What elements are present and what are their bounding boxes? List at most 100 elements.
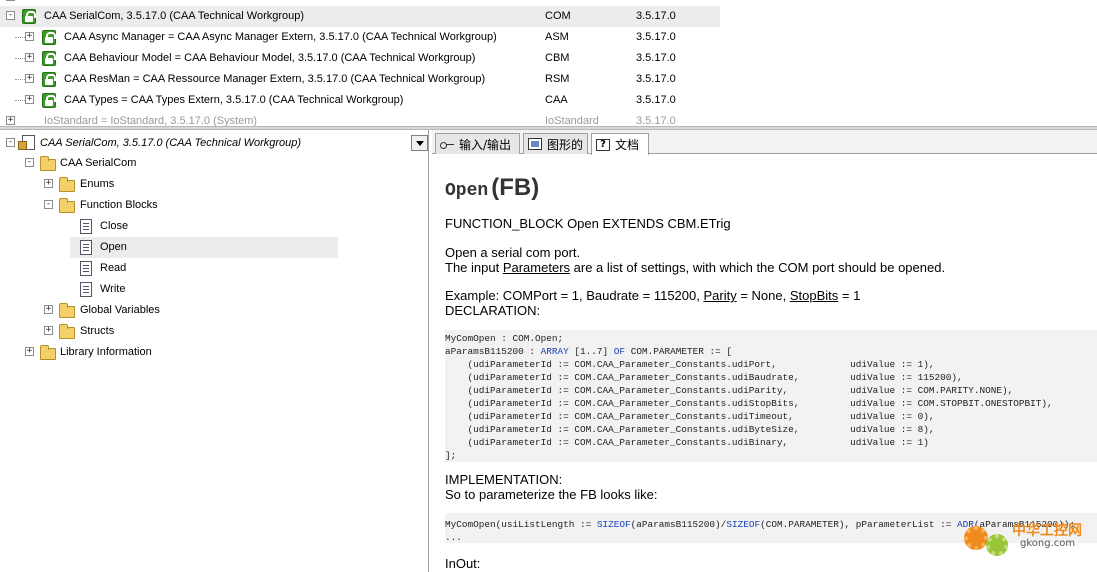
doc-title-name: Open <box>445 181 489 201</box>
tab-input-output[interactable]: 输入/输出 <box>435 133 520 154</box>
expand-toggle[interactable]: + <box>25 95 34 104</box>
text: (COM.PARAMETER), pParameterList := <box>760 519 957 530</box>
expand-toggle[interactable]: + <box>25 53 34 62</box>
library-lock-icon <box>42 72 56 87</box>
watermark-logo: 中华工控网 gkong.com <box>960 516 1090 566</box>
text: = None, <box>736 288 790 303</box>
code-line: (udiParameterId := COM.CAA_Parameter_Con… <box>445 372 963 383</box>
tree-node-label: Enums <box>80 178 115 190</box>
doc-title-kind: (FB) <box>491 174 540 201</box>
doc-description-line1: Open a serial com port. <box>445 245 581 260</box>
library-icon <box>18 135 35 150</box>
text: = 1 <box>838 288 861 303</box>
tree-node-label: CAA SerialCom <box>60 157 137 169</box>
doc-example: Example: COMPort = 1, Baudrate = 115200,… <box>445 288 860 303</box>
library-version: 3.5.17.0 <box>636 115 676 126</box>
expand-toggle[interactable]: + <box>6 116 15 125</box>
doc-implementation-label: IMPLEMENTATION: <box>445 472 563 487</box>
text: COM.PARAMETER := [ <box>625 346 732 357</box>
library-lock-icon <box>42 51 56 66</box>
library-tree-pane: - CAA SerialCom, 3.5.17.0 (CAA Technical… <box>0 130 429 572</box>
pou-document-icon <box>80 282 92 297</box>
code-line: (udiParameterId := COM.CAA_Parameter_Con… <box>445 424 935 435</box>
expand-toggle[interactable]: + <box>25 347 34 356</box>
text: aParamsB115200 : <box>445 346 541 357</box>
pou-document-icon <box>80 219 92 234</box>
collapse-toggle[interactable]: - <box>6 11 15 20</box>
library-row-rsm[interactable]: + CAA ResMan = CAA Ressource Manager Ext… <box>0 69 720 90</box>
folder-icon <box>40 156 56 171</box>
tree-node-label: Structs <box>80 325 115 337</box>
code-line: aParamsB115200 : ARRAY [1..7] OF COM.PAR… <box>445 345 1097 358</box>
library-namespace: IoStandard <box>545 115 599 126</box>
parameters-link[interactable]: Parameters <box>503 260 570 275</box>
text: Example: COMPort = 1, Baudrate = 115200, <box>445 288 704 303</box>
tab-label: 文档 <box>615 138 640 152</box>
folder-icon <box>40 345 56 360</box>
doc-description-line2: The input Parameters are a list of setti… <box>445 260 945 275</box>
collapse-toggle[interactable]: - <box>6 138 15 147</box>
dropdown-arrow-icon[interactable] <box>411 135 428 151</box>
library-row-cbm[interactable]: + CAA Behaviour Model = CAA Behaviour Mo… <box>0 48 720 69</box>
stopbits-link[interactable]: StopBits <box>790 288 838 303</box>
library-version: 3.5.17.0 <box>636 31 676 43</box>
folder-open-icon <box>59 198 75 213</box>
collapse-toggle[interactable]: - <box>44 200 53 209</box>
expand-toggle[interactable]: + <box>44 305 53 314</box>
code-line: ]; <box>445 450 457 461</box>
parity-link[interactable]: Parity <box>703 288 736 303</box>
expand-toggle[interactable]: + <box>44 326 53 335</box>
tree-node-structs[interactable]: + Structs <box>0 321 340 342</box>
tree-node-enums[interactable]: + Enums <box>0 174 340 195</box>
library-version: 3.5.17.0 <box>636 52 676 64</box>
gear-icon <box>964 526 988 550</box>
doc-title: Open (FB) <box>445 174 539 202</box>
tree-node-close[interactable]: Close <box>0 216 340 237</box>
library-namespace: CBM <box>545 52 570 64</box>
tree-node-label: Read <box>100 262 127 274</box>
tree-node-label: Write <box>100 283 126 295</box>
folder-icon <box>59 324 75 339</box>
text: [1..7] <box>568 346 614 357</box>
expand-toggle[interactable]: + <box>25 32 34 41</box>
text: are a list of settings, with which the C… <box>570 260 946 275</box>
tree-node-write[interactable]: Write <box>0 279 340 300</box>
library-lock-icon <box>22 9 36 24</box>
collapse-toggle[interactable]: - <box>25 158 34 167</box>
library-row-iostandard[interactable]: + IoStandard = IoStandard, 3.5.17.0 (Sys… <box>0 111 720 126</box>
tab-documentation[interactable]: ? 文档 <box>591 133 649 155</box>
expand-toggle[interactable]: + <box>44 179 53 188</box>
library-name: CAA SerialCom, 3.5.17.0 (CAA Technical W… <box>44 10 305 22</box>
code-line: (udiParameterId := COM.CAA_Parameter_Con… <box>445 385 1014 396</box>
gear-icon <box>986 534 1008 556</box>
tree-node-global-variables[interactable]: + Global Variables <box>0 300 340 321</box>
tab-graphical[interactable]: 图形的 <box>523 133 588 154</box>
library-name: CAA Behaviour Model = CAA Behaviour Mode… <box>64 52 476 64</box>
keyword: OF <box>613 346 626 357</box>
expand-toggle[interactable]: + <box>25 74 34 83</box>
code-line: (udiParameterId := COM.CAA_Parameter_Con… <box>445 437 929 448</box>
library-row-caa[interactable]: + CAA Types = CAA Types Extern, 3.5.17.0… <box>0 90 720 111</box>
documentation-pane: 输入/输出 图形的 ? 文档 Open (FB) FUNCTION_BLOCK … <box>432 130 1097 572</box>
keyword: SIZEOF <box>726 519 761 530</box>
library-name: IoStandard = IoStandard, 3.5.17.0 (Syste… <box>44 115 258 126</box>
library-version: 3.5.17.0 <box>636 73 676 85</box>
library-version: 3.5.17.0 <box>636 10 676 22</box>
tree-header-title: CAA SerialCom, 3.5.17.0 (CAA Technical W… <box>40 137 302 149</box>
tree-node-library-information[interactable]: + Library Information <box>0 342 340 363</box>
tree-node-open[interactable]: Open <box>70 237 338 258</box>
library-namespace: RSM <box>545 73 570 85</box>
library-row-serialcom[interactable]: - CAA SerialCom, 3.5.17.0 (CAA Technical… <box>0 6 720 27</box>
code-line: (udiParameterId := COM.CAA_Parameter_Con… <box>445 359 935 370</box>
tab-label: 图形的 <box>547 137 584 152</box>
io-icon <box>440 138 454 150</box>
tree-node-caa-serialcom[interactable]: - CAA SerialCom <box>0 153 340 174</box>
tree-node-label: Close <box>100 220 129 232</box>
code-line: (udiParameterId := COM.CAA_Parameter_Con… <box>445 398 1053 409</box>
expand-toggle[interactable]: - <box>6 0 15 1</box>
tree-node-function-blocks[interactable]: - Function Blocks <box>0 195 340 216</box>
graphic-icon <box>528 138 542 150</box>
tree-node-label: Library Information <box>60 346 152 358</box>
library-row-asm[interactable]: + CAA Async Manager = CAA Async Manager … <box>0 27 720 48</box>
tree-node-read[interactable]: Read <box>0 258 340 279</box>
